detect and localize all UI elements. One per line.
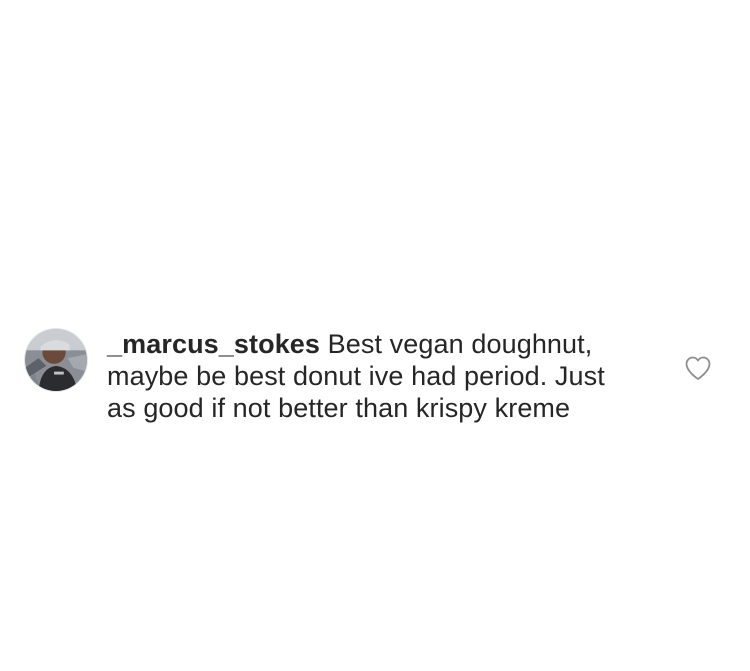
comment-text-block: _marcus_stokes Best vegan doughnut, mayb… (107, 328, 627, 424)
profile-photo (25, 329, 87, 391)
like-button[interactable] (684, 355, 712, 381)
comment-item: _marcus_stokes Best vegan doughnut, mayb… (24, 328, 724, 468)
heart-outline-icon (685, 356, 711, 380)
avatar[interactable] (24, 328, 88, 392)
comment-username[interactable]: _marcus_stokes (107, 329, 320, 359)
